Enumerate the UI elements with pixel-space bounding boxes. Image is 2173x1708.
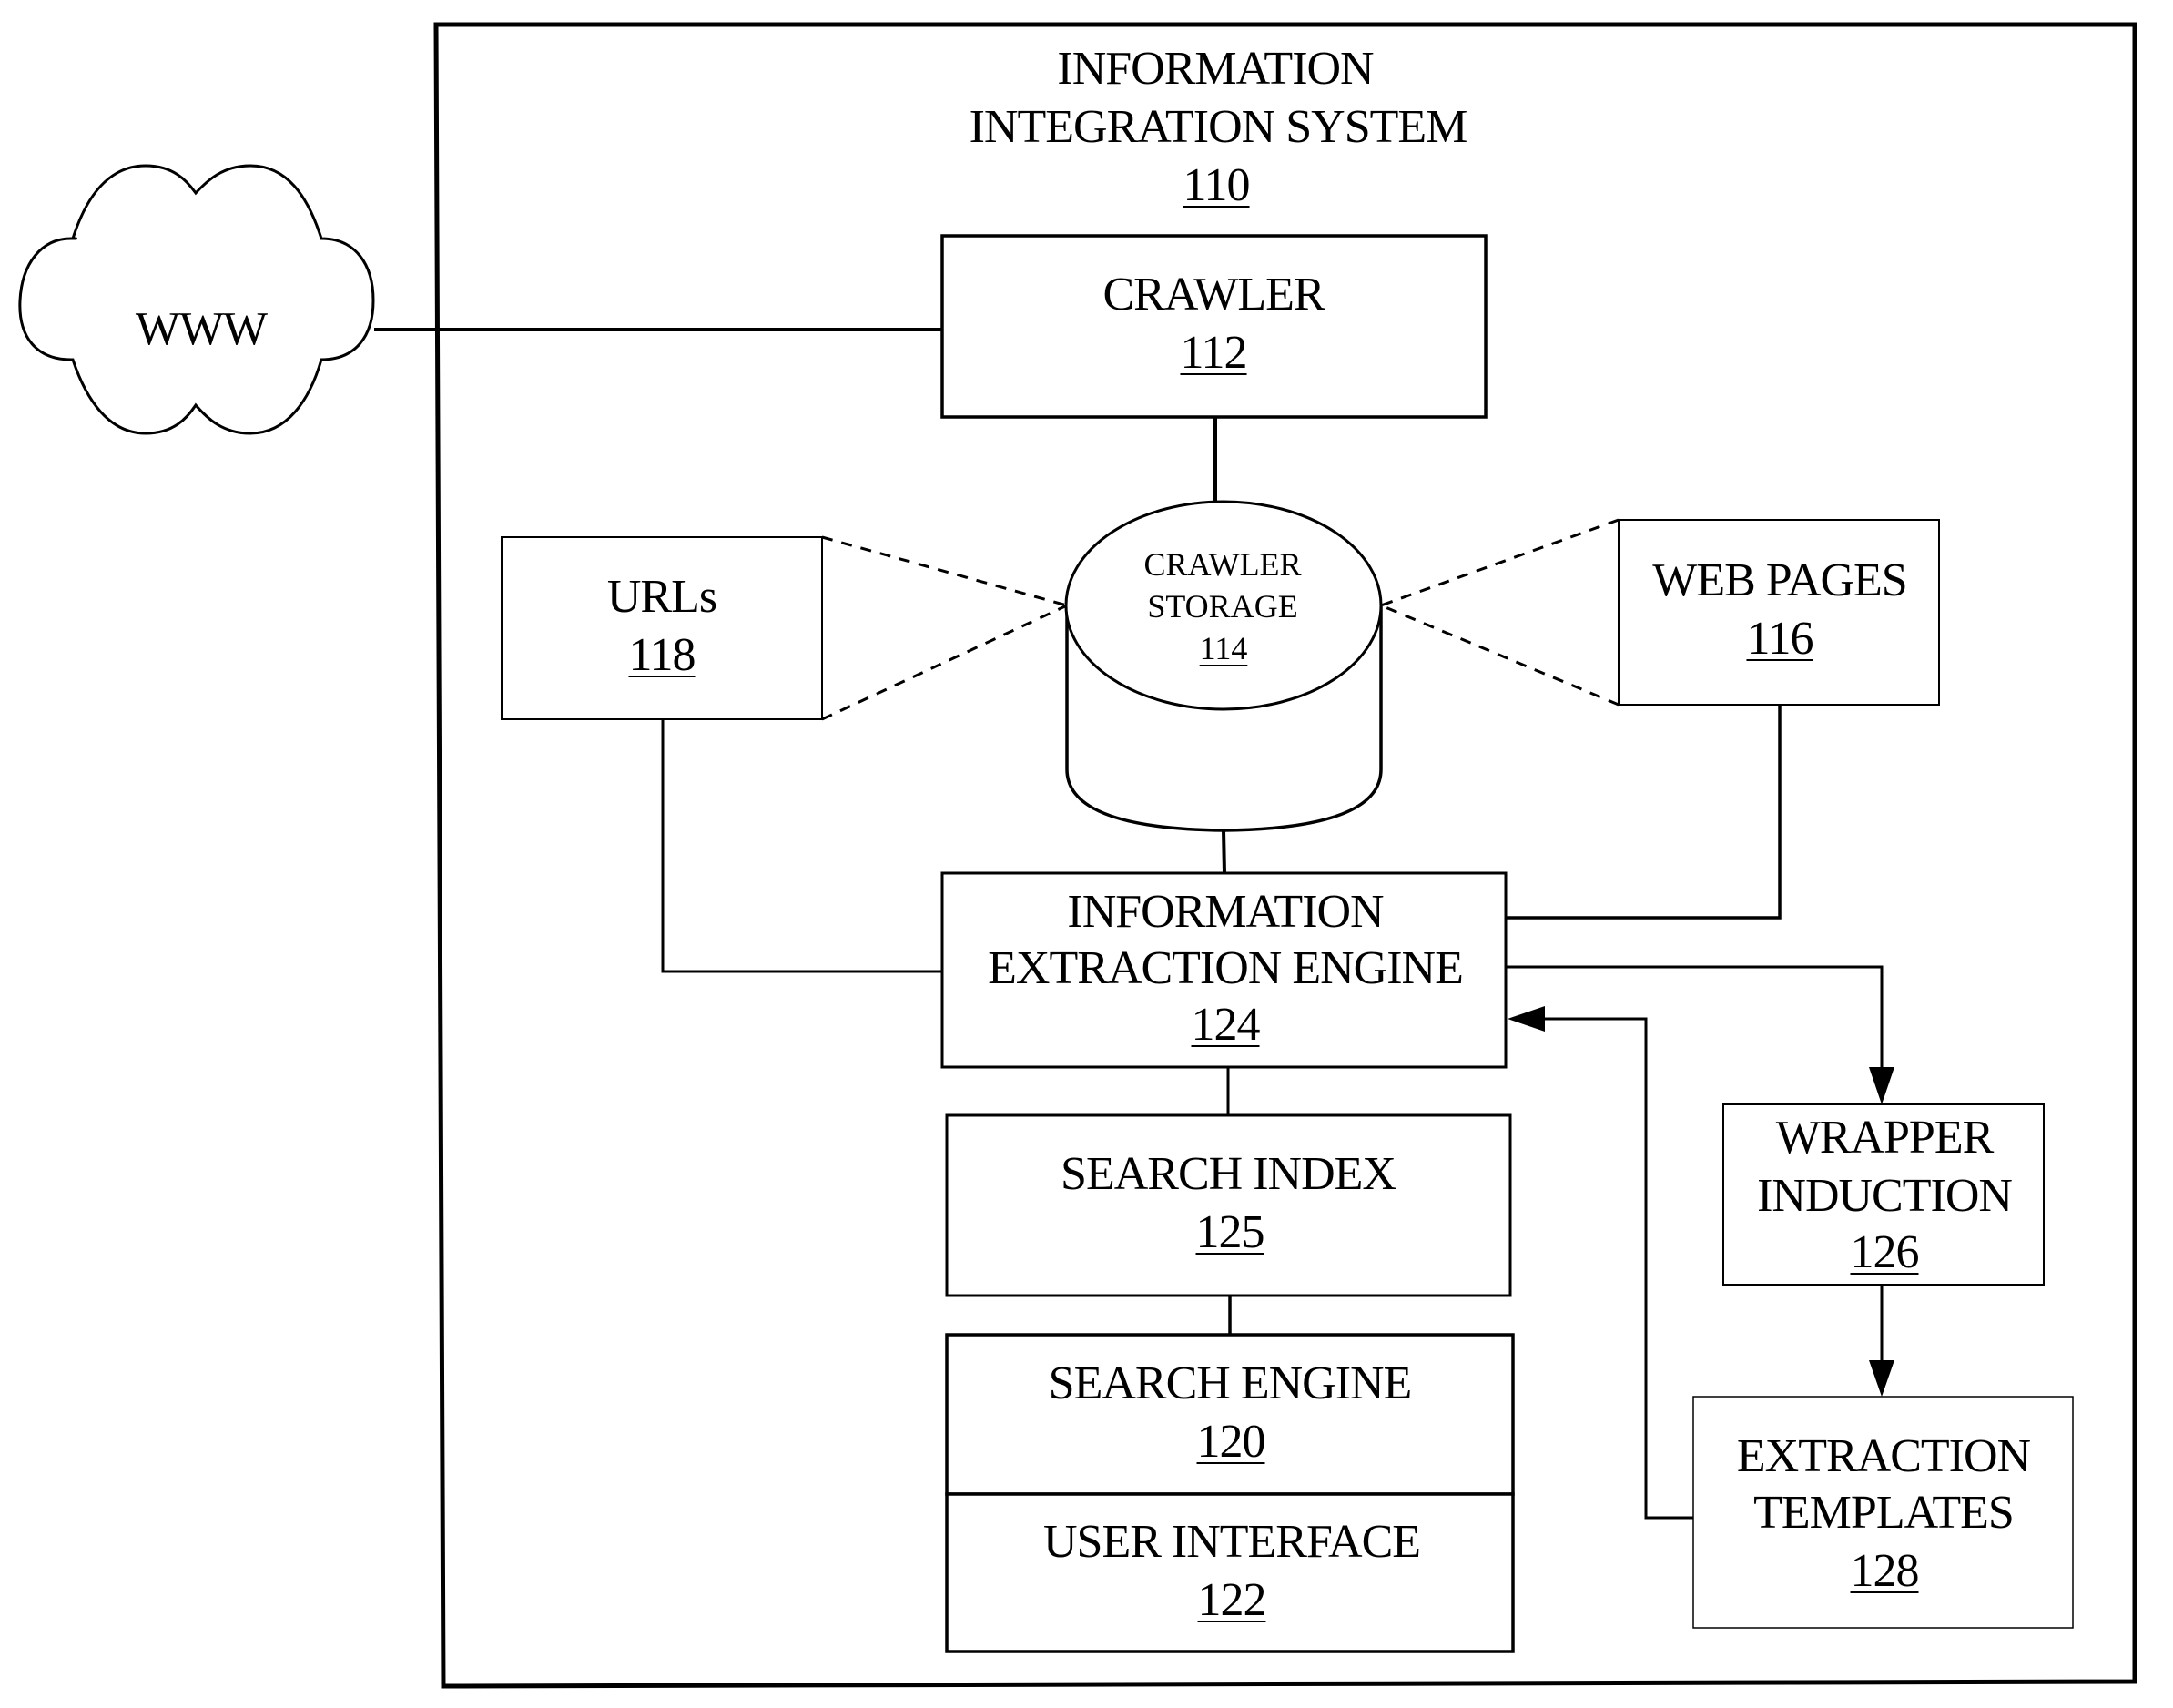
web-pages-ref: 116 [1746,613,1813,665]
edge-webpages-engine [1506,705,1782,920]
extraction-engine-label-line1: INFORMATION [1067,886,1384,938]
wrapper-induction-ref: 126 [1850,1226,1920,1278]
crawler-ref: 112 [1180,327,1247,379]
system-ref: 110 [1183,159,1250,211]
arrowhead-wrapper-icon [1869,1067,1894,1104]
edge-urls-storage-bottom [821,604,1068,721]
www-label: WWW [135,303,268,355]
urls-box[interactable] [501,536,823,720]
search-index-label: SEARCH INDEX [1061,1148,1396,1200]
wrapper-induction-label-line1: WRAPPER [1775,1112,1995,1164]
search-engine-ref: 120 [1196,1416,1266,1468]
edge-webpages-storage-top [1380,518,1620,607]
system-title-line1: INFORMATION [1057,43,1374,95]
urls-label: URLs [606,571,717,623]
search-index-ref: 125 [1195,1206,1265,1258]
search-index-box[interactable] [945,1113,1512,1297]
user-interface-label: USER INTERFACE [1042,1516,1421,1568]
crawler-storage-label-line1: CRAWLER [1143,546,1302,583]
web-pages-label: WEB PAGES [1652,554,1907,606]
extraction-templates-label-line1: EXTRACTION [1736,1430,2031,1482]
arrowhead-engine-icon [1508,1006,1545,1032]
extraction-templates-label-line2: TEMPLATES [1753,1487,2015,1539]
crawler-storage-label-line2: STORAGE [1147,588,1298,625]
www-cloud-icon [18,164,375,435]
extraction-engine-label-line2: EXTRACTION ENGINE [988,942,1464,994]
crawler-storage-ref: 114 [1199,630,1248,666]
urls-ref: 118 [628,629,696,681]
edge-webpages-storage-bottom [1380,604,1620,707]
wrapper-induction-label-line2: INDUCTION [1757,1170,2013,1222]
edge-urls-engine [661,719,942,973]
search-engine-label: SEARCH ENGINE [1048,1357,1413,1409]
arrowhead-templates-icon [1869,1360,1894,1397]
edge-templates-engine [1543,1017,1693,1520]
user-interface-ref: 122 [1197,1574,1267,1626]
system-title-line2: INTEGRATION SYSTEM [969,101,1468,153]
extraction-engine-ref: 124 [1191,999,1261,1051]
edge-urls-storage-top [821,535,1068,607]
crawler-label: CRAWLER [1102,269,1325,320]
extraction-templates-ref: 128 [1850,1545,1920,1597]
